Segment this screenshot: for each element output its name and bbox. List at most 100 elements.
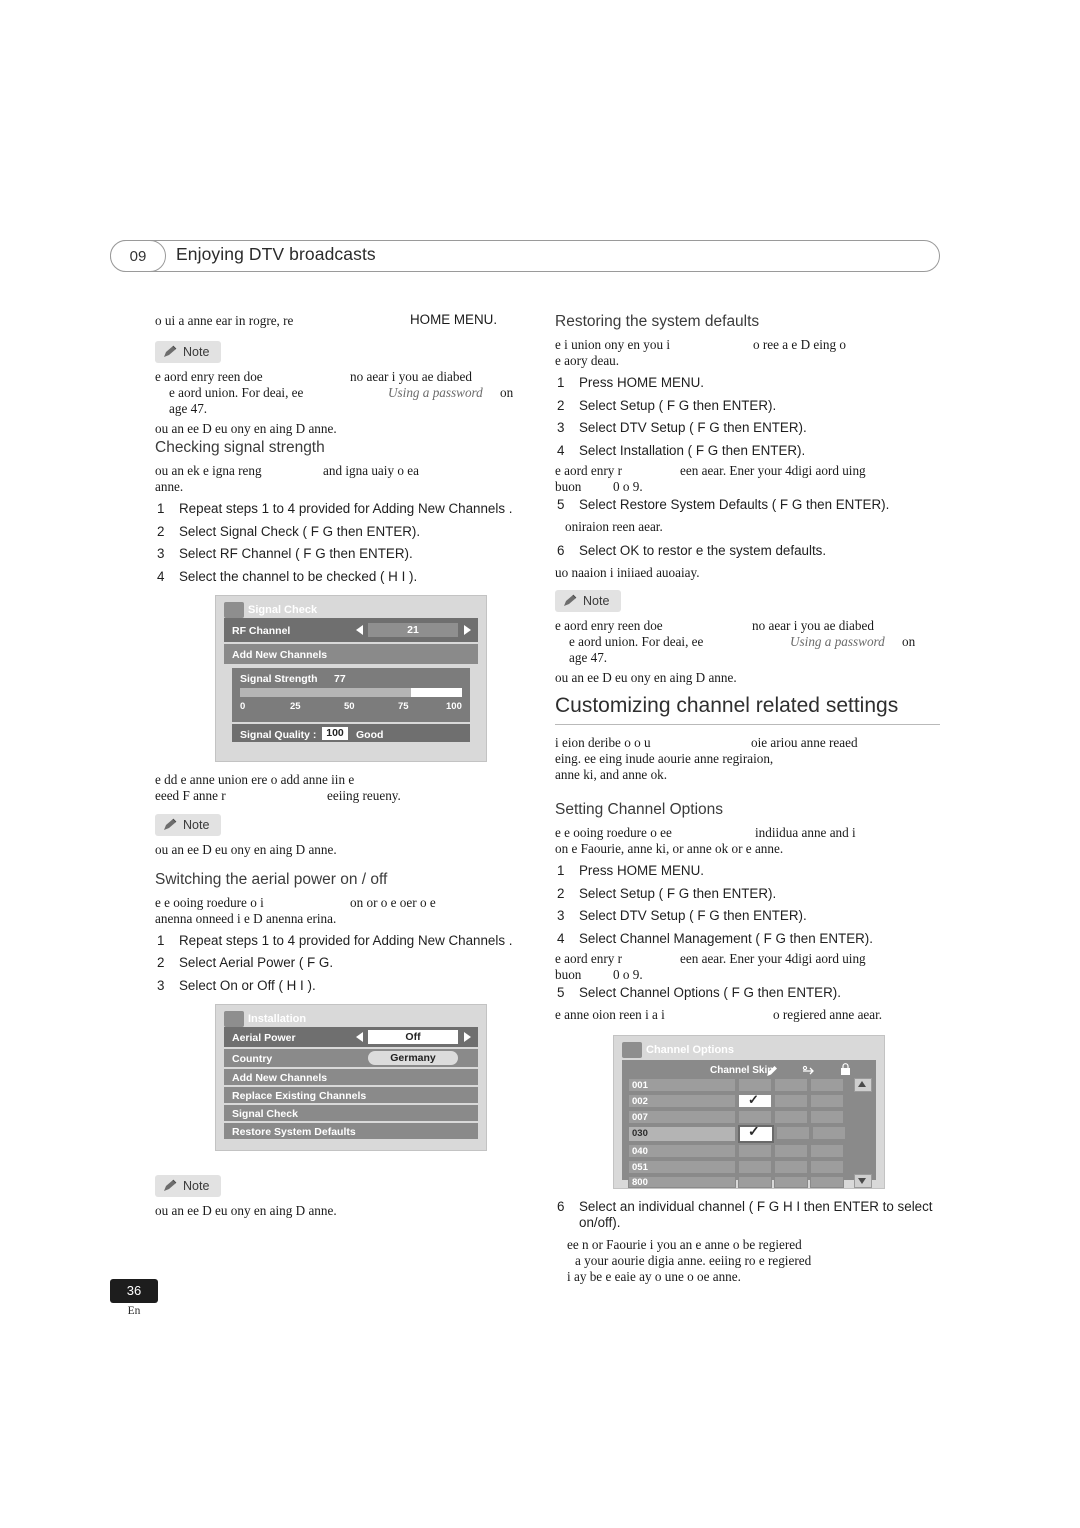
cell-fav[interactable] [774, 1176, 808, 1189]
step-item: 1 Repeat steps 1 to 4 provided for Adding… [157, 932, 513, 948]
note-tag: Note [155, 813, 222, 836]
step-text: Repeat steps 1 to 4 provided for Adding … [179, 932, 513, 948]
signal-quality-text: Good [356, 728, 384, 741]
restoring-after-6: uo naaion i iniiaed auoaiay. [555, 564, 700, 580]
note-line-3: age 47. [169, 401, 208, 416]
cell-skip[interactable] [738, 1160, 772, 1175]
step-text: Select Installation ( F G then ENTER). [579, 442, 806, 458]
heading-setting-channel-options: Setting Channel Options [555, 801, 724, 819]
channel-options-step-6: 6 Select an individual channel ( F G H I … [555, 1199, 940, 1231]
channel-options-steps-cont: 5 Select Channel Options ( F G then ENTER… [555, 985, 940, 1001]
osd-row-value: 21 [368, 622, 458, 637]
note-line-3: age 47. [569, 650, 608, 666]
cell-lock[interactable] [810, 1176, 844, 1189]
note-label: Note [183, 1178, 210, 1193]
cell-lock[interactable] [810, 1144, 844, 1159]
chopt-after-6a: ee n or Faourie i you an e anne o be reg… [567, 1237, 802, 1253]
step-item: 2 Select Aerial Power ( F G. [157, 955, 334, 971]
row-label: 007 [632, 1112, 648, 1124]
step-item: 6 Select OK to restor e the system defaul… [557, 542, 827, 558]
page-number: 36 [126, 1283, 142, 1298]
cell-fav[interactable] [776, 1126, 810, 1141]
osd-title: Installation [248, 1012, 307, 1025]
note-tag: Note [155, 1174, 222, 1197]
signal-check-screenshot: Signal Check RF Channel 21 Add New Chann… [215, 594, 487, 762]
step-text: Select Channel Options ( F G then ENTER)… [579, 985, 841, 1001]
scale-100: 100 [446, 700, 462, 712]
left-arrow-icon[interactable] [356, 1031, 363, 1042]
chopt-after-5a: e anne oion reen i a i [555, 1007, 665, 1023]
customizing-desc-3: anne ki, and anne ok. [555, 767, 668, 783]
note-line-2-end: on [902, 634, 916, 650]
after-text-1: e dd e anne union ere o add anne iin e [155, 771, 355, 787]
left-arrow-icon[interactable] [356, 624, 363, 635]
cell-lock[interactable] [810, 1078, 844, 1093]
step-item: 3 Select DTV Setup ( F G then ENTER). [557, 908, 807, 924]
note-block-2: Note ou an ee D eu ony en aing D anne. [155, 813, 540, 857]
step-item: 2 Select Signal Check ( F G then ENTER). [157, 523, 421, 539]
step-text: Select Restore System Defaults ( F G the… [579, 497, 890, 512]
step-item: 4 Select Installation ( F G then ENTER). [557, 442, 806, 458]
note-line-2-italic: Using a password [388, 385, 483, 400]
note-line-2-italic: Using a password [790, 634, 885, 650]
channel-options-steps: 1 Press HOME MENU. 2 Select Setup ( F G th… [555, 863, 940, 947]
cell-fav[interactable] [774, 1110, 808, 1125]
step-item: 3 Select RF Channel ( F G then ENTER). [157, 546, 413, 561]
osd-row-label: Replace Existing Channels [232, 1089, 367, 1102]
cell-fav[interactable] [774, 1144, 808, 1159]
cell-skip[interactable] [738, 1078, 772, 1093]
row-label: 040 [632, 1146, 648, 1158]
cell-skip[interactable] [738, 1176, 772, 1189]
customizing-desc-1b: oie ariou anne reaed [751, 735, 858, 751]
row-label: 800 [632, 1177, 648, 1189]
chevron-up-icon [858, 1081, 866, 1088]
step-text: Select Signal Check ( F G then ENTER). [179, 523, 421, 539]
step-text: Select Setup ( F G then ENTER). [579, 885, 777, 901]
step-item: 1 Press HOME MENU. [557, 863, 704, 879]
right-arrow-icon[interactable] [464, 624, 471, 635]
step-text: Select OK to restor e the system default… [579, 542, 827, 558]
document-page: 09 Enjoying DTV broadcasts o ui a anne e… [0, 0, 1080, 1528]
aerial-desc-1a: e e ooing roedure o i [155, 894, 264, 910]
cell-skip[interactable] [738, 1110, 772, 1125]
cell-fav[interactable] [774, 1160, 808, 1175]
cell-fav[interactable] [774, 1094, 808, 1109]
cell-fav[interactable] [774, 1078, 808, 1093]
right-arrow-icon[interactable] [464, 1031, 471, 1042]
page-header: 09 Enjoying DTV broadcasts [110, 240, 940, 274]
aerial-desc-2: anenna onneed i e D anenna erina. [155, 910, 337, 926]
left-column: o ui a anne ear in rogre, re HOME MENU. … [155, 312, 540, 1226]
step-text: Select DTV Setup ( F G then ENTER). [579, 420, 807, 435]
step-item: 6 Select an individual channel ( F G H I … [557, 1199, 933, 1231]
chopt-desc-2: on e Faourie, anne ki, or anne ok or e a… [555, 841, 784, 857]
after-text-2a: eeed F anne r [155, 787, 226, 803]
step-item: 4 Select the channel to be checked ( H I … [157, 568, 418, 584]
page-language: En [127, 1305, 141, 1317]
osd-row-value: Germany [368, 1050, 458, 1065]
cell-lock[interactable] [810, 1094, 844, 1109]
customizing-desc-2: eing. ee eing inude aourie anne regiraio… [555, 751, 774, 767]
cell-lock[interactable] [810, 1110, 844, 1125]
step-item: 3 Select DTV Setup ( F G then ENTER). [557, 420, 807, 435]
signal-quality-value: 100 [322, 726, 348, 740]
scale-75: 75 [398, 700, 409, 712]
chopt-after-4c: buon [555, 967, 582, 983]
cell-lock[interactable] [810, 1160, 844, 1175]
note-line-4: ou an ee D eu ony en aing D anne. [155, 421, 337, 436]
osd-icon [224, 601, 244, 618]
pencil-icon [163, 345, 178, 358]
osd-row-label: Add New Channels [232, 1071, 328, 1084]
heading-aerial-power: Switching the aerial power on / off [155, 870, 388, 888]
restoring-steps: 1 Press HOME MENU. 2 Select Setup ( F G th… [555, 375, 940, 459]
after-text-2b: eeiing reueny. [327, 787, 401, 803]
chopt-desc-1a: e e ooing roedure o ee [555, 825, 672, 841]
step-text: Select an individual channel ( F G H I t… [579, 1199, 933, 1231]
intro-line: o ui a anne ear in rogre, re [155, 313, 294, 328]
signal-strength-bar-fill [240, 687, 411, 697]
scale-50: 50 [344, 700, 355, 712]
installation-screenshot: Installation Aerial Power Off Country Ge… [215, 1003, 487, 1151]
step-item: 2 Select Setup ( F G then ENTER). [557, 885, 777, 901]
aerial-power-steps: 1 Repeat steps 1 to 4 provided for Adding… [155, 933, 540, 994]
cell-skip[interactable] [738, 1144, 772, 1159]
cell-lock[interactable] [812, 1126, 846, 1141]
